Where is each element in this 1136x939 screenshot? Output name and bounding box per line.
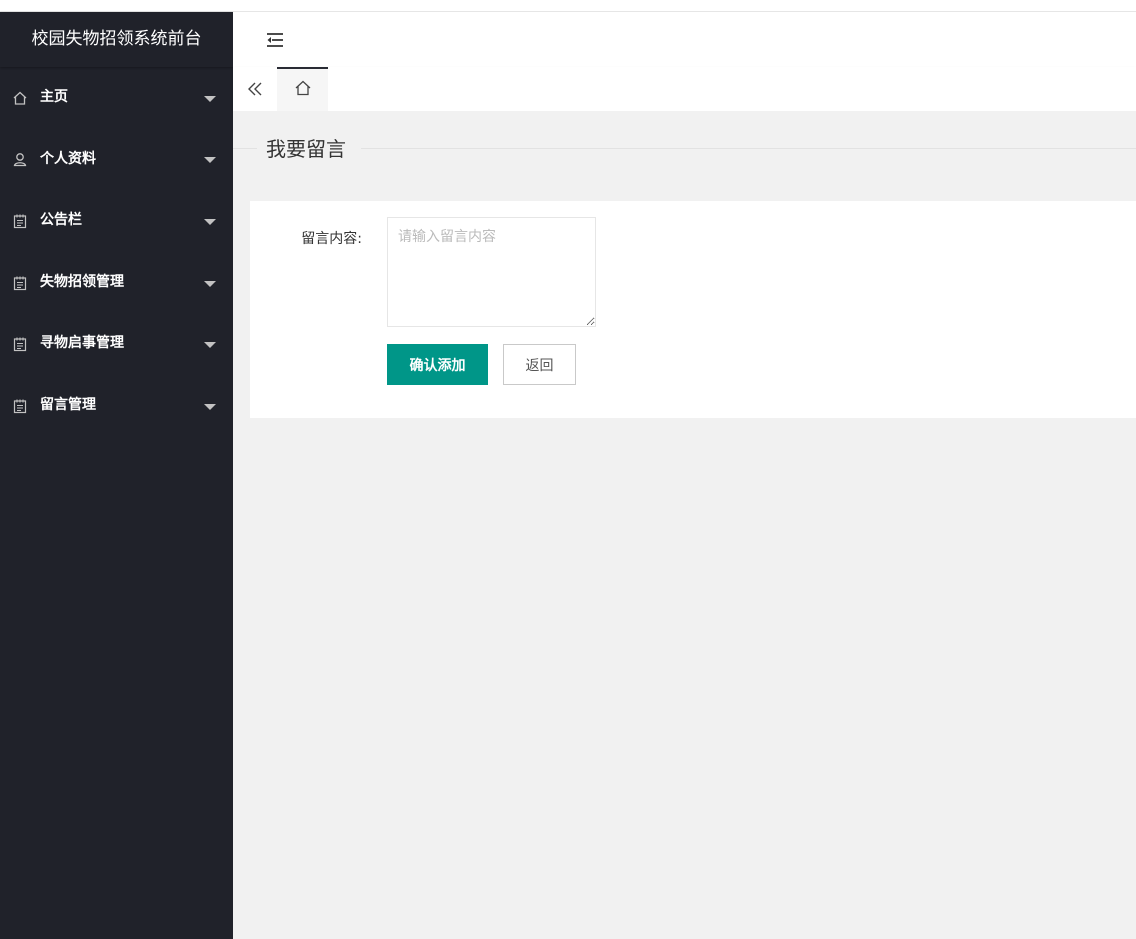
- divider: [233, 148, 257, 149]
- app-logo-title: 校园失物招领系统前台: [0, 12, 233, 67]
- user-icon: [12, 151, 28, 167]
- caret-down-icon: [204, 280, 216, 287]
- top-strip: [0, 0, 1136, 12]
- double-left-icon[interactable]: [233, 67, 277, 111]
- divider: [361, 148, 1136, 149]
- notepad-icon: [12, 336, 28, 352]
- sidebar-item-label: 寻物启事管理: [40, 335, 124, 352]
- sidebar-item-lost-notice[interactable]: 寻物启事管理: [0, 313, 233, 375]
- caret-down-icon: [204, 157, 216, 164]
- notepad-icon: [12, 275, 28, 291]
- sidebar-item-notice[interactable]: 公告栏: [0, 190, 233, 252]
- notepad-icon: [12, 213, 28, 229]
- caret-down-icon: [204, 218, 216, 225]
- sidebar-item-label: 主页: [40, 89, 68, 105]
- tab-home[interactable]: [277, 67, 328, 111]
- confirm-add-button[interactable]: 确认添加: [387, 344, 488, 385]
- sidebar-item-home[interactable]: 主页: [0, 67, 233, 129]
- sidebar-item-label: 留言管理: [40, 396, 96, 413]
- content-label: 留言内容:: [301, 231, 362, 247]
- message-content-textarea[interactable]: [387, 217, 596, 327]
- sidebar: 校园失物招领系统前台 主页 个人资料 公告栏 失物招领管理 寻物启事管理 留言管…: [0, 12, 233, 939]
- caret-down-icon: [204, 95, 216, 102]
- page-title: 我要留言: [266, 137, 346, 161]
- notepad-icon: [12, 398, 28, 414]
- section-title: 我要留言: [233, 133, 1136, 163]
- message-form-card: 留言内容: 确认添加 返回: [250, 201, 1136, 418]
- sidebar-item-messages[interactable]: 留言管理: [0, 375, 233, 437]
- caret-down-icon: [204, 403, 216, 410]
- menu-fold-icon[interactable]: [263, 30, 285, 50]
- top-header: [233, 12, 1136, 68]
- content-area: 我要留言 留言内容: 确认添加 返回: [233, 111, 1136, 939]
- sidebar-item-label: 个人资料: [40, 150, 96, 167]
- sidebar-item-label: 公告栏: [40, 212, 82, 229]
- sidebar-item-label: 失物招领管理: [40, 273, 124, 290]
- sidebar-item-profile[interactable]: 个人资料: [0, 129, 233, 191]
- back-button[interactable]: 返回: [503, 344, 576, 385]
- caret-down-icon: [204, 342, 216, 349]
- tabs-bar: [233, 67, 1136, 111]
- sidebar-item-lost-found[interactable]: 失物招领管理: [0, 252, 233, 314]
- home-icon: [294, 79, 312, 101]
- home-icon: [12, 90, 28, 106]
